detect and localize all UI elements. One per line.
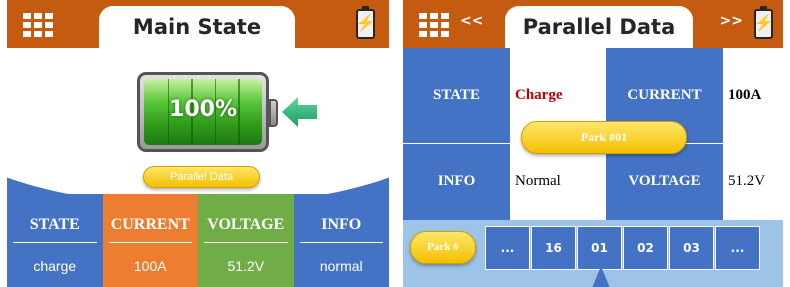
current-value: 100A: [723, 48, 783, 143]
park-item-03[interactable]: 03: [669, 226, 714, 270]
info-value: Normal: [510, 143, 606, 220]
info-column: INFO normal: [293, 194, 389, 287]
info-label: INFO: [403, 143, 510, 220]
previous-page-button[interactable]: <<: [460, 13, 483, 29]
parallel-data-screen: << Parallel Data >> ⚡ STATE Charge CURRE…: [403, 0, 783, 287]
battery-terminal: [269, 99, 278, 127]
header-bar: << Parallel Data >> ⚡: [403, 0, 783, 48]
voltage-column: VOLTAGE 51.2V: [198, 194, 294, 287]
voltage-value: 51.2V: [723, 143, 783, 220]
park-item-16[interactable]: 16: [531, 226, 576, 270]
battery-level-icon: 100%: [137, 72, 278, 152]
main-state-screen: Main State ⚡ 100% Parallel Data STATE ch…: [7, 0, 389, 287]
divider: [108, 242, 192, 243]
park-item-next-more[interactable]: ...: [715, 226, 760, 270]
header-bar: Main State ⚡: [7, 0, 389, 48]
park-popup-button[interactable]: Park #01: [521, 121, 687, 154]
parallel-data-button[interactable]: Parallel Data: [143, 166, 260, 188]
state-value: charge: [33, 258, 77, 274]
park-number-button[interactable]: Park #: [410, 231, 476, 264]
page-title: Parallel Data: [505, 6, 693, 48]
park-item-01[interactable]: 01: [577, 226, 622, 270]
grid-menu-icon[interactable]: [21, 12, 53, 38]
park-item-02[interactable]: 02: [623, 226, 668, 270]
current-column: CURRENT 100A: [102, 194, 198, 287]
current-value: 100A: [133, 258, 167, 274]
park-item-prev-more[interactable]: ...: [485, 226, 530, 270]
divider: [299, 242, 383, 243]
state-label: STATE: [403, 48, 510, 143]
info-label: INFO: [321, 216, 362, 233]
voltage-value: 51.2V: [227, 258, 265, 274]
page-title: Main State: [99, 6, 295, 48]
selection-pointer-icon: [592, 266, 610, 287]
state-column: STATE charge: [7, 194, 103, 287]
divider: [403, 143, 510, 144]
divider: [204, 242, 288, 243]
battery-percentage: 100%: [169, 97, 237, 122]
battery-charging-icon[interactable]: ⚡: [356, 6, 375, 39]
divider: [13, 242, 97, 243]
info-value: normal: [319, 258, 363, 274]
voltage-label: VOLTAGE: [606, 143, 723, 220]
next-page-button[interactable]: >>: [720, 13, 743, 29]
left-arrow-icon: [282, 97, 317, 127]
battery-charging-icon[interactable]: ⚡: [754, 6, 773, 39]
state-label: STATE: [29, 216, 80, 233]
voltage-label: VOLTAGE: [207, 216, 285, 233]
grid-menu-icon[interactable]: [417, 12, 449, 38]
current-label: CURRENT: [110, 216, 190, 233]
